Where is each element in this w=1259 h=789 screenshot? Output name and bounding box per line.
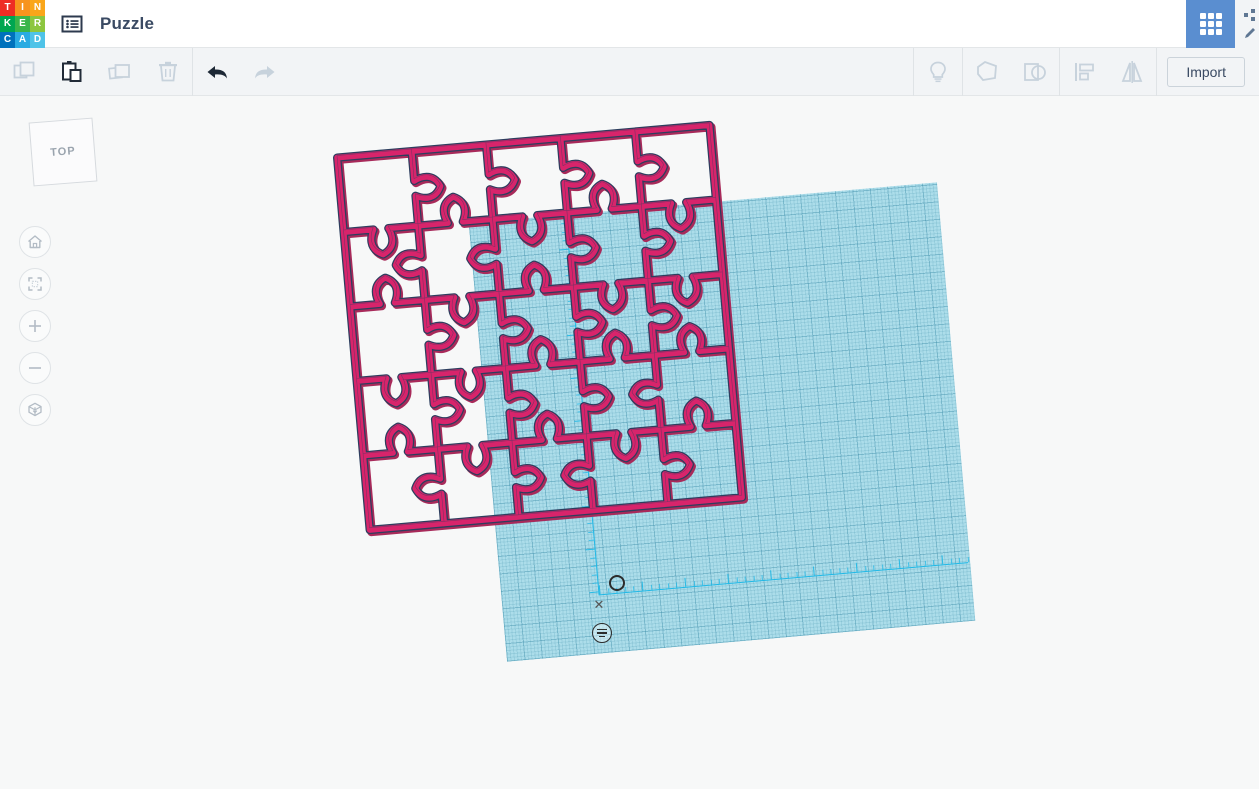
ruler-units-button[interactable] bbox=[592, 623, 612, 643]
undo-button[interactable] bbox=[193, 48, 241, 96]
view-cube[interactable]: TOP bbox=[28, 117, 98, 187]
delete-button[interactable] bbox=[144, 48, 192, 96]
view-cube-face-label: TOP bbox=[49, 145, 77, 159]
ungroup-button[interactable] bbox=[1011, 48, 1059, 96]
group-shapes-icon bbox=[973, 58, 1001, 86]
paste-button[interactable] bbox=[48, 48, 96, 96]
mirror-button[interactable] bbox=[1108, 48, 1156, 96]
group-button[interactable] bbox=[963, 48, 1011, 96]
toolbar-notes-group bbox=[914, 48, 962, 96]
import-button[interactable]: Import bbox=[1167, 56, 1245, 87]
duplicate-icon bbox=[107, 59, 133, 85]
header-edge-icon-group bbox=[1235, 0, 1259, 48]
align-button[interactable] bbox=[1060, 48, 1108, 96]
undo-arrow-icon bbox=[203, 58, 231, 86]
ruler-horizontal-axis bbox=[599, 562, 969, 596]
logo-tile-c: C bbox=[0, 31, 15, 48]
zoom-in-button[interactable] bbox=[19, 310, 51, 342]
copy-button[interactable] bbox=[0, 48, 48, 96]
app-header: T I N K E R C A D Puzzle bbox=[0, 0, 1259, 48]
trash-icon bbox=[155, 59, 181, 85]
ruler-vertical-axis bbox=[565, 218, 600, 596]
edit-pencil-icon[interactable] bbox=[1243, 26, 1257, 40]
minus-icon bbox=[26, 359, 44, 377]
copy-icon bbox=[11, 59, 37, 85]
logo-tile-i: I bbox=[15, 0, 30, 16]
ruler-origin-handle[interactable] bbox=[609, 575, 625, 591]
ruler-close-button[interactable]: ✕ bbox=[591, 596, 607, 612]
share-icon[interactable] bbox=[1243, 8, 1257, 22]
fit-to-view-icon bbox=[26, 275, 44, 293]
logo-tile-t: T bbox=[0, 0, 15, 16]
toolbar-group-group bbox=[963, 48, 1059, 96]
page-title[interactable]: Puzzle bbox=[100, 14, 154, 34]
grid-apps-icon bbox=[1198, 11, 1224, 37]
ungroup-shapes-icon bbox=[1021, 58, 1049, 86]
edit-toolbar: Import bbox=[0, 47, 1259, 96]
logo-tile-d: D bbox=[30, 31, 45, 48]
tinkercad-editor: T I N K E R C A D Puzzle Import TOP ✕ bbox=[0, 0, 1259, 789]
toolbar-history-group bbox=[193, 48, 289, 96]
projection-toggle-button[interactable] bbox=[19, 394, 51, 426]
3d-canvas[interactable]: TOP ✕ bbox=[0, 96, 1259, 789]
toolbar-divider-5 bbox=[1156, 47, 1158, 96]
logo-tile-r: R bbox=[30, 15, 45, 32]
notes-button[interactable] bbox=[914, 48, 962, 96]
home-icon bbox=[26, 233, 44, 251]
fit-view-button[interactable] bbox=[19, 268, 51, 300]
duplicate-button[interactable] bbox=[96, 48, 144, 96]
redo-button[interactable] bbox=[241, 48, 289, 96]
list-document-icon bbox=[60, 12, 84, 36]
logo-tile-e: E bbox=[15, 15, 30, 32]
redo-arrow-icon bbox=[251, 58, 279, 86]
header-right-group bbox=[1186, 0, 1259, 48]
logo-tile-k: K bbox=[0, 15, 15, 32]
tinkercad-logo[interactable]: T I N K E R C A D bbox=[0, 0, 45, 48]
logo-tile-n: N bbox=[30, 0, 45, 16]
plus-icon bbox=[26, 317, 44, 335]
home-view-button[interactable] bbox=[19, 226, 51, 258]
lightbulb-icon bbox=[925, 59, 951, 85]
logo-tile-a: A bbox=[15, 31, 30, 48]
ruler-tick-marks bbox=[469, 182, 969, 595]
zoom-out-button[interactable] bbox=[19, 352, 51, 384]
ortho-perspective-cube-icon bbox=[26, 401, 44, 419]
toolbar-clipboard-group bbox=[0, 48, 192, 96]
paste-icon bbox=[59, 59, 85, 85]
document-menu-button[interactable] bbox=[58, 10, 86, 38]
toolbar-align-group bbox=[1060, 48, 1156, 96]
apps-grid-button[interactable] bbox=[1186, 0, 1235, 48]
align-icon bbox=[1070, 58, 1098, 86]
workplane-grid[interactable] bbox=[468, 182, 976, 662]
mirror-flip-icon bbox=[1118, 58, 1146, 86]
